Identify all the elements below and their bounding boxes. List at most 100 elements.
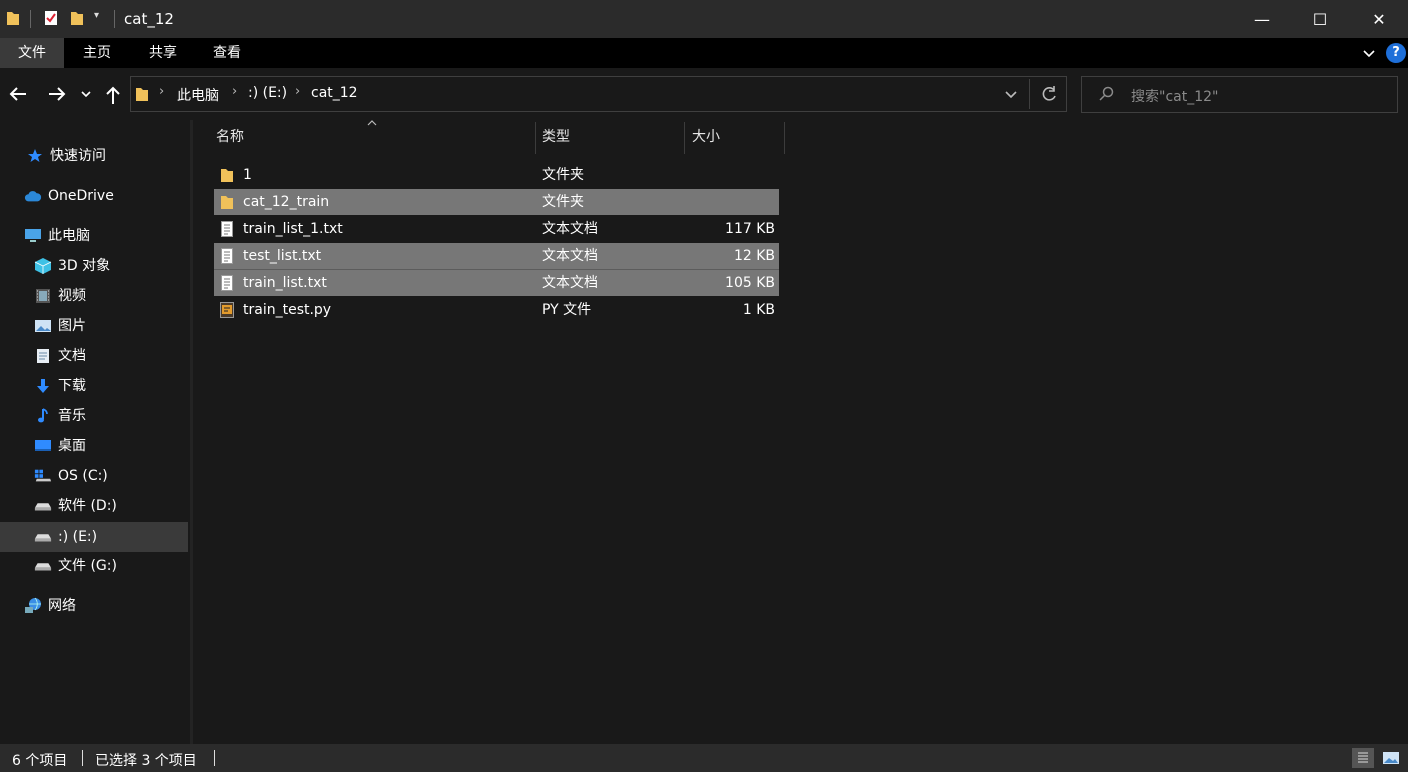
column-header-name[interactable]: 名称 bbox=[216, 122, 534, 152]
sidebar-item-documents[interactable]: 文档 bbox=[0, 341, 188, 371]
search-icon bbox=[1099, 86, 1114, 101]
recent-locations-icon[interactable] bbox=[80, 89, 92, 99]
window-title: cat_12 bbox=[124, 10, 174, 28]
sidebar-item-label: 3D 对象 bbox=[58, 258, 111, 274]
file-type: 文本文档 bbox=[542, 248, 598, 264]
tab-view[interactable]: 查看 bbox=[196, 38, 258, 68]
file-size: 105 KB bbox=[725, 275, 775, 291]
sidebar-item-label: 音乐 bbox=[58, 408, 86, 424]
up-arrow-icon[interactable] bbox=[104, 85, 122, 105]
address-history-icon[interactable] bbox=[1004, 89, 1018, 101]
text-file-icon bbox=[221, 248, 233, 264]
sidebar-item-this-pc[interactable]: 此电脑 bbox=[0, 221, 188, 251]
sidebar-item-label: 视频 bbox=[58, 288, 86, 304]
file-row[interactable]: train_list_1.txt 文本文档 117 KB bbox=[214, 216, 779, 242]
file-row[interactable]: train_test.py PY 文件 1 KB bbox=[214, 297, 779, 323]
sidebar-item-label: 软件 (D:) bbox=[58, 498, 117, 514]
cube-icon bbox=[34, 258, 52, 274]
breadcrumb-separator-icon[interactable]: › bbox=[295, 84, 300, 99]
breadcrumb-this-pc[interactable]: 此电脑 bbox=[177, 85, 219, 105]
tab-share[interactable]: 共享 bbox=[132, 38, 194, 68]
sidebar-item-pictures[interactable]: 图片 bbox=[0, 311, 188, 341]
breadcrumb-cat-12[interactable]: cat_12 bbox=[311, 85, 358, 101]
breadcrumb-separator-icon[interactable]: › bbox=[159, 84, 164, 99]
sidebar-item-quick-access[interactable]: 快速访问 bbox=[0, 141, 188, 171]
selected-count: 已选择 3 个项目 bbox=[95, 753, 197, 769]
maximize-button[interactable]: ☐ bbox=[1291, 0, 1349, 38]
search-input[interactable]: 搜索"cat_12" bbox=[1131, 86, 1218, 106]
sidebar-item-drive-d[interactable]: 软件 (D:) bbox=[0, 491, 188, 521]
file-size: 1 KB bbox=[742, 302, 775, 318]
column-separator[interactable] bbox=[784, 122, 785, 154]
minimize-button[interactable]: — bbox=[1233, 0, 1291, 38]
drive-icon bbox=[34, 558, 52, 574]
sidebar-item-onedrive[interactable]: OneDrive bbox=[0, 181, 188, 211]
column-header-size[interactable]: 大小 bbox=[692, 122, 782, 152]
details-view-button[interactable] bbox=[1352, 748, 1374, 768]
column-separator[interactable] bbox=[684, 122, 685, 154]
close-button[interactable]: ✕ bbox=[1350, 0, 1408, 38]
expand-ribbon-icon[interactable] bbox=[1362, 46, 1376, 60]
sidebar-item-network[interactable]: 网络 bbox=[0, 591, 188, 621]
status-separator bbox=[214, 750, 215, 766]
customize-quick-access-icon[interactable]: ▾ bbox=[94, 10, 99, 21]
new-folder-icon[interactable] bbox=[70, 10, 84, 26]
file-size: 12 KB bbox=[733, 248, 775, 264]
tab-home[interactable]: 主页 bbox=[66, 38, 128, 68]
file-row[interactable]: test_list.txt 文本文档 12 KB bbox=[214, 243, 779, 269]
sidebar-item-music[interactable]: 音乐 bbox=[0, 401, 188, 431]
sidebar-item-label: 桌面 bbox=[58, 438, 86, 454]
file-row[interactable]: 1 文件夹 bbox=[214, 162, 779, 188]
pane-divider[interactable] bbox=[190, 120, 193, 744]
sidebar-item-label: 下载 bbox=[58, 378, 86, 394]
tab-file[interactable]: 文件 bbox=[0, 38, 64, 68]
file-row[interactable]: train_list.txt 文本文档 105 KB bbox=[214, 270, 779, 296]
picture-icon bbox=[34, 318, 52, 334]
refresh-icon[interactable] bbox=[1040, 85, 1058, 103]
drive-icon bbox=[34, 529, 52, 545]
sidebar-item-drive-g[interactable]: 文件 (G:) bbox=[0, 551, 188, 581]
column-header-type[interactable]: 类型 bbox=[542, 122, 682, 152]
large-icons-view-icon bbox=[1383, 752, 1399, 764]
file-row[interactable]: cat_12_train 文件夹 bbox=[214, 189, 779, 215]
properties-icon[interactable] bbox=[44, 10, 58, 26]
help-icon[interactable]: ? bbox=[1386, 43, 1406, 63]
file-type: 文本文档 bbox=[542, 275, 598, 291]
sidebar-item-label: 图片 bbox=[58, 318, 86, 334]
sidebar-item-drive-c[interactable]: OS (C:) bbox=[0, 461, 188, 491]
folder-icon bbox=[221, 196, 233, 209]
sidebar-item-desktop[interactable]: 桌面 bbox=[0, 431, 188, 461]
sidebar-item-videos[interactable]: 视频 bbox=[0, 281, 188, 311]
status-separator bbox=[82, 750, 83, 766]
text-file-icon bbox=[221, 221, 233, 237]
breadcrumb-separator-icon[interactable]: › bbox=[232, 84, 237, 99]
toolbar-separator bbox=[114, 10, 115, 28]
file-name: 1 bbox=[243, 167, 252, 183]
back-arrow-icon[interactable] bbox=[8, 85, 28, 103]
film-icon bbox=[34, 288, 52, 304]
file-type: 文件夹 bbox=[542, 167, 584, 183]
search-box[interactable] bbox=[1081, 76, 1398, 113]
sidebar-item-label: 网络 bbox=[48, 598, 76, 614]
sidebar-item-3d-objects[interactable]: 3D 对象 bbox=[0, 251, 188, 281]
folder-icon bbox=[136, 88, 148, 101]
status-bar bbox=[0, 744, 1408, 772]
sidebar-item-label: 文档 bbox=[58, 348, 86, 364]
file-type: 文件夹 bbox=[542, 194, 584, 210]
breadcrumb-drive-e[interactable]: :) (E:) bbox=[248, 85, 287, 101]
windows-drive-icon bbox=[34, 468, 52, 484]
item-count: 6 个项目 bbox=[12, 753, 68, 769]
file-type: PY 文件 bbox=[542, 302, 592, 318]
file-name: train_list.txt bbox=[243, 275, 327, 291]
sidebar-item-label: 文件 (G:) bbox=[58, 558, 117, 574]
sidebar-item-drive-e[interactable]: :) (E:) bbox=[0, 522, 188, 552]
forward-arrow-icon[interactable] bbox=[47, 85, 67, 103]
sidebar-item-downloads[interactable]: 下载 bbox=[0, 371, 188, 401]
sidebar-item-label: 快速访问 bbox=[50, 148, 106, 164]
large-icons-view-button[interactable] bbox=[1380, 748, 1402, 768]
details-view-icon bbox=[1358, 752, 1368, 763]
file-name: test_list.txt bbox=[243, 248, 322, 264]
toolbar-separator bbox=[30, 10, 31, 28]
file-name: train_list_1.txt bbox=[243, 221, 343, 237]
column-separator[interactable] bbox=[535, 122, 536, 154]
